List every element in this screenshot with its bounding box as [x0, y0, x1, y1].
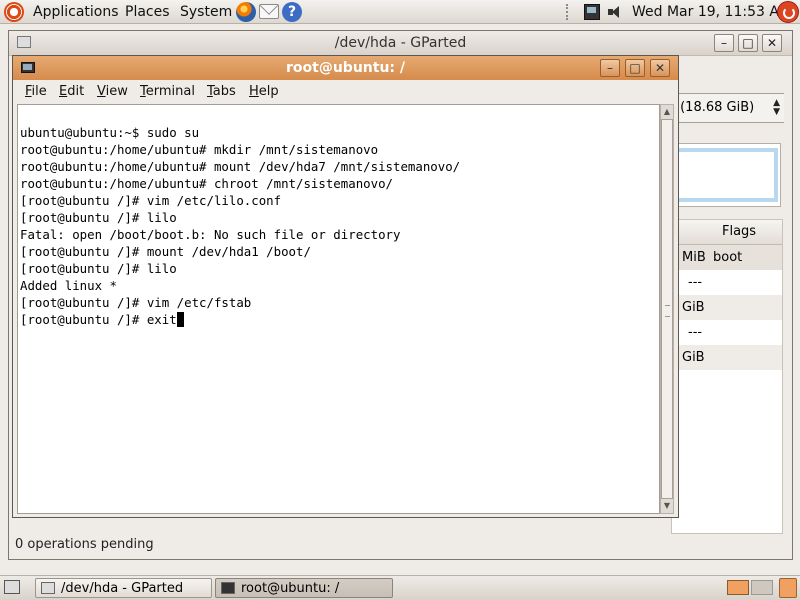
- terminal-line: Fatal: open /boot/boot.b: No such file o…: [20, 227, 401, 242]
- terminal-line-current: [root@ubuntu /]# exit: [20, 311, 460, 328]
- terminal-minimize-button[interactable]: –: [600, 59, 620, 77]
- scroll-thumb[interactable]: [661, 119, 673, 499]
- column-flags[interactable]: Flags: [722, 224, 756, 239]
- trash-icon[interactable]: [779, 578, 797, 598]
- firefox-icon[interactable]: [236, 2, 256, 22]
- bottom-panel: /dev/hda - GParted root@ubuntu: /: [0, 575, 800, 600]
- terminal-title: root@ubuntu: /: [286, 60, 405, 76]
- gparted-close-button[interactable]: ✕: [762, 34, 782, 52]
- table-row[interactable]: ---: [672, 320, 782, 345]
- terminal-line: [root@ubuntu /]# lilo: [20, 210, 177, 225]
- menu-help[interactable]: Help: [249, 84, 279, 99]
- workspace-2[interactable]: [751, 580, 773, 595]
- partition-graph[interactable]: [669, 143, 781, 207]
- taskbar-item-label: root@ubuntu: /: [241, 581, 340, 596]
- power-icon[interactable]: [777, 1, 799, 23]
- gparted-icon: [41, 582, 55, 594]
- partition-graph-selection: [674, 148, 778, 202]
- menu-applications[interactable]: Applications: [33, 4, 119, 20]
- terminal-close-button[interactable]: ✕: [650, 59, 670, 77]
- gparted-maximize-button[interactable]: □: [738, 34, 758, 52]
- text-cursor: [176, 312, 184, 327]
- clock[interactable]: Wed Mar 19, 11:53 AM: [632, 4, 791, 20]
- terminal-line: root@ubuntu:/home/ubuntu# mount /dev/hda…: [20, 159, 461, 174]
- terminal-line: [root@ubuntu /]# lilo: [20, 261, 177, 276]
- menu-places[interactable]: Places: [125, 4, 170, 20]
- menu-file[interactable]: File: [25, 84, 47, 99]
- table-row[interactable]: MiB boot: [672, 245, 782, 270]
- table-row[interactable]: GiB: [672, 295, 782, 320]
- terminal-line: ubuntu@ubuntu:~$ sudo su: [20, 125, 200, 140]
- terminal-menubar: File Edit View Terminal Tabs Help: [13, 80, 678, 104]
- taskbar-item-gparted[interactable]: /dev/hda - GParted: [35, 578, 212, 598]
- scroll-down-icon[interactable]: ▼: [661, 499, 673, 513]
- menu-system[interactable]: System: [180, 4, 232, 20]
- terminal-line: root@ubuntu:/home/ubuntu# chroot /mnt/si…: [20, 176, 393, 191]
- taskbar-item-terminal[interactable]: root@ubuntu: /: [215, 578, 393, 598]
- network-icon[interactable]: [584, 4, 600, 20]
- terminal-line: [root@ubuntu /]# vim /etc/fstab: [20, 295, 252, 310]
- top-panel: Applications Places System ? Wed Mar 19,…: [0, 0, 800, 24]
- gparted-statusbar: 0 operations pending: [15, 537, 154, 552]
- menu-terminal[interactable]: Terminal: [140, 84, 195, 99]
- taskbar-item-label: /dev/hda - GParted: [61, 581, 184, 596]
- terminal-maximize-button[interactable]: □: [625, 59, 645, 77]
- terminal-icon: [221, 582, 235, 594]
- show-desktop-icon[interactable]: [4, 580, 20, 594]
- terminal-titlebar[interactable]: root@ubuntu: / – □ ✕: [13, 56, 678, 81]
- chevron-updown-icon: ▲ ▼: [773, 98, 780, 117]
- gparted-title: /dev/hda - GParted: [334, 35, 467, 51]
- partition-table[interactable]: Flags MiB boot --- GiB --- GiB: [671, 219, 783, 534]
- menu-edit[interactable]: Edit: [59, 84, 84, 99]
- help-icon[interactable]: ?: [282, 2, 302, 22]
- terminal-prompt: [root@ubuntu /]# exit: [20, 312, 177, 327]
- device-selector[interactable]: a (18.68 GiB) ▲ ▼: [667, 93, 784, 123]
- ubuntu-logo-icon[interactable]: [4, 2, 24, 22]
- tray-separator: [566, 4, 570, 20]
- table-row[interactable]: ---: [672, 270, 782, 295]
- volume-icon[interactable]: [608, 4, 624, 20]
- device-selector-label: a (18.68 GiB): [668, 100, 755, 115]
- gparted-minimize-button[interactable]: –: [714, 34, 734, 52]
- menu-tabs[interactable]: Tabs: [207, 84, 236, 99]
- gparted-titlebar[interactable]: /dev/hda - GParted – □ ✕: [9, 31, 792, 56]
- terminal-scrollbar[interactable]: ▲ ▼: [660, 104, 674, 514]
- terminal-window: root@ubuntu: / – □ ✕ File Edit View Term…: [12, 55, 679, 518]
- terminal-output[interactable]: ubuntu@ubuntu:~$ sudo su root@ubuntu:/hom…: [17, 104, 660, 514]
- terminal-line: Added linux *: [20, 278, 117, 293]
- workspace-1[interactable]: [727, 580, 749, 595]
- mail-icon[interactable]: [259, 4, 279, 19]
- menu-view[interactable]: View: [97, 84, 128, 99]
- table-row[interactable]: GiB: [672, 345, 782, 370]
- terminal-line: root@ubuntu:/home/ubuntu# mkdir /mnt/sis…: [20, 142, 379, 157]
- scroll-grip-icon: [665, 305, 670, 317]
- scroll-up-icon[interactable]: ▲: [661, 105, 673, 119]
- terminal-line: [root@ubuntu /]# vim /etc/lilo.conf: [20, 193, 282, 208]
- terminal-lines: ubuntu@ubuntu:~$ sudo su root@ubuntu:/hom…: [20, 107, 460, 362]
- terminal-line: [root@ubuntu /]# mount /dev/hda1 /boot/: [20, 244, 311, 259]
- partition-table-header: Flags: [672, 220, 782, 245]
